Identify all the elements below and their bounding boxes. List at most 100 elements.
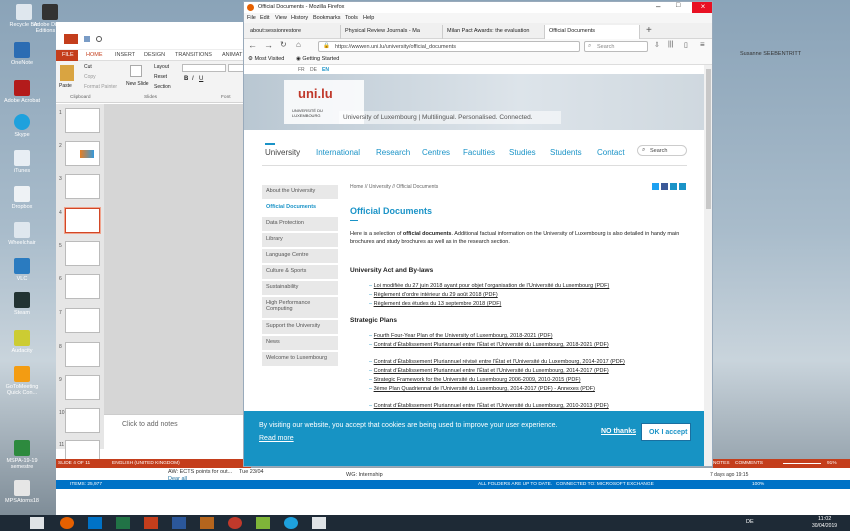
zoom-level[interactable]: 91% bbox=[827, 461, 837, 466]
clock-date[interactable]: 30/04/2019 bbox=[812, 523, 837, 529]
doc-link[interactable]: Contrat d’Établissement Pluriannuel entr… bbox=[369, 403, 609, 409]
italic-button[interactable]: I bbox=[192, 76, 194, 82]
lang-de[interactable]: DE bbox=[310, 67, 317, 73]
input-language[interactable]: DE bbox=[746, 519, 754, 525]
desktop-icon-gotomeeting[interactable]: GoToMeeting Quick Con... bbox=[0, 366, 44, 396]
notes-pane[interactable]: Click to add notes bbox=[104, 414, 251, 459]
site-search-box[interactable]: ⌕ Search bbox=[637, 145, 687, 156]
language-indicator[interactable]: ENGLISH (UNITED KINGDOM) bbox=[112, 461, 180, 466]
skype-taskbar-icon[interactable] bbox=[284, 517, 298, 529]
new-tab-button[interactable]: + bbox=[646, 25, 652, 36]
slide-thumbnail-selected[interactable] bbox=[64, 207, 101, 234]
library-icon[interactable]: ||| bbox=[668, 41, 673, 48]
menu-tools[interactable]: Tools bbox=[345, 15, 358, 21]
comments-toggle[interactable]: COMMENTS bbox=[735, 461, 763, 466]
tab-transitions[interactable]: TRANSITIONS bbox=[175, 52, 212, 58]
outlook-taskbar-icon[interactable] bbox=[88, 517, 102, 529]
doc-link[interactable]: Contrat d’Établissement Pluriannuel révi… bbox=[369, 359, 625, 365]
slide-thumbnail[interactable] bbox=[65, 174, 100, 199]
copy-button[interactable]: Copy bbox=[84, 74, 96, 80]
bold-button[interactable]: B bbox=[184, 76, 188, 82]
sidebar-icon[interactable]: ▯ bbox=[684, 41, 688, 49]
maximize-button[interactable]: □ bbox=[676, 2, 680, 9]
slide-editing-area[interactable] bbox=[104, 104, 251, 414]
share-icon[interactable] bbox=[679, 183, 686, 190]
nav-centres[interactable]: Centres bbox=[422, 148, 450, 157]
menu-file[interactable]: File bbox=[247, 15, 256, 21]
nav-contact[interactable]: Contact bbox=[597, 148, 625, 157]
sidebar-item-about[interactable]: About the University bbox=[262, 185, 338, 200]
menu-edit[interactable]: Edit bbox=[260, 15, 269, 21]
tab-official-documents[interactable]: Official Documents bbox=[545, 25, 640, 39]
desktop-icon-audacity[interactable]: Audacity bbox=[0, 330, 44, 354]
forward-button[interactable]: → bbox=[264, 40, 273, 50]
nav-research[interactable]: Research bbox=[376, 148, 410, 157]
menu-view[interactable]: View bbox=[275, 15, 287, 21]
desktop-icon-skype[interactable]: Skype bbox=[0, 114, 44, 138]
mail-subject-2[interactable]: WG: Internship bbox=[346, 472, 383, 478]
app-taskbar-icon[interactable] bbox=[228, 517, 242, 529]
slide-thumbnail[interactable] bbox=[65, 241, 100, 266]
desktop-icon-vlc[interactable]: VLC bbox=[0, 258, 44, 282]
cookie-accept-button[interactable]: OK I accept bbox=[641, 423, 691, 441]
home-button[interactable]: ⌂ bbox=[296, 40, 301, 49]
doc-link[interactable]: Contrat d’Établissement Pluriannuel entr… bbox=[369, 368, 609, 374]
breadcrumb[interactable]: Home // University // Official Documents bbox=[350, 184, 438, 190]
sidebar-item-culture-sports[interactable]: Culture & Sports bbox=[262, 265, 338, 280]
new-slide-button[interactable]: New Slide bbox=[126, 81, 149, 87]
new-slide-icon[interactable] bbox=[130, 65, 142, 77]
reload-button[interactable]: ↻ bbox=[280, 40, 287, 49]
lang-en[interactable]: EN bbox=[322, 67, 329, 73]
sidebar-item-welcome[interactable]: Welcome to Luxembourg bbox=[262, 352, 338, 367]
cut-button[interactable]: Cut bbox=[84, 64, 92, 70]
tab-file[interactable]: FILE bbox=[62, 52, 74, 58]
url-bar[interactable]: 🔒 https://wwwen.uni.lu/university/offici… bbox=[318, 41, 580, 52]
mail-subject[interactable]: AW: ECTS points for out... bbox=[168, 469, 232, 475]
desktop-icon-itunes[interactable]: iTunes bbox=[0, 150, 44, 174]
tab-design[interactable]: DESIGN bbox=[144, 52, 165, 58]
section-button[interactable]: Section bbox=[154, 84, 171, 90]
app-taskbar-icon[interactable] bbox=[200, 517, 214, 529]
font-name-select[interactable] bbox=[182, 64, 226, 72]
slide-thumbnail[interactable] bbox=[65, 141, 100, 166]
menu-bookmarks[interactable]: Bookmarks bbox=[313, 15, 341, 21]
cookie-read-more-link[interactable]: Read more bbox=[259, 435, 294, 442]
app-taskbar-icon[interactable] bbox=[256, 517, 270, 529]
nav-studies[interactable]: Studies bbox=[509, 148, 536, 157]
doc-link[interactable]: Strategic Framework for the Université d… bbox=[369, 377, 581, 383]
save-icon[interactable] bbox=[84, 36, 90, 42]
desktop-icon-dropbox[interactable]: Dropbox bbox=[0, 186, 44, 210]
sidebar-item-official-documents[interactable]: Official Documents bbox=[262, 201, 338, 216]
account-name[interactable]: Susanne SEEBENTRITT bbox=[740, 51, 801, 57]
nav-students[interactable]: Students bbox=[550, 148, 582, 157]
underline-button[interactable]: U bbox=[199, 76, 203, 82]
desktop-icon-acrobat[interactable]: Adobe Acrobat bbox=[0, 80, 44, 104]
desktop-icon-mspa[interactable]: MSPA-19-19 semestre bbox=[0, 440, 44, 470]
task-view-icon[interactable] bbox=[30, 517, 44, 529]
desktop-icon-onenote[interactable]: OneNote bbox=[0, 42, 44, 66]
powerpoint-taskbar-icon[interactable] bbox=[144, 517, 158, 529]
nav-international[interactable]: International bbox=[316, 148, 360, 157]
facebook-icon[interactable] bbox=[661, 183, 668, 190]
lang-fr[interactable]: FR bbox=[298, 67, 305, 73]
menu-help[interactable]: Help bbox=[363, 15, 374, 21]
slide-thumbnail[interactable] bbox=[65, 342, 100, 367]
slide-thumbnail[interactable] bbox=[65, 108, 100, 133]
tab-sessionrestore[interactable]: about:sessionrestore bbox=[246, 25, 341, 39]
desktop-icon-wheelchair[interactable]: Wheelchair bbox=[0, 222, 44, 246]
vertical-scrollbar[interactable] bbox=[704, 65, 712, 466]
bookmark-most-visited[interactable]: ⚙ Most Visited bbox=[248, 56, 284, 62]
doc-link[interactable]: Fourth Four-Year Plan of the University … bbox=[369, 333, 553, 339]
reset-button[interactable]: Reset bbox=[154, 74, 167, 80]
downloads-icon[interactable]: ⇩ bbox=[654, 41, 660, 49]
doc-link[interactable]: Loi modifiée du 27 juin 2018 ayant pour … bbox=[369, 283, 610, 289]
scrollbar-thumb[interactable] bbox=[706, 69, 711, 209]
app-taskbar-icon[interactable] bbox=[312, 517, 326, 529]
hamburger-menu-icon[interactable]: ≡ bbox=[700, 40, 705, 49]
zoom-slider[interactable] bbox=[783, 463, 821, 464]
tab-insert[interactable]: INSERT bbox=[115, 52, 135, 58]
tab-home[interactable]: HOME bbox=[86, 52, 103, 58]
paste-icon[interactable] bbox=[60, 65, 74, 81]
slide-thumbnail[interactable] bbox=[65, 308, 100, 333]
outlook-zoom[interactable]: 100% bbox=[752, 482, 764, 487]
